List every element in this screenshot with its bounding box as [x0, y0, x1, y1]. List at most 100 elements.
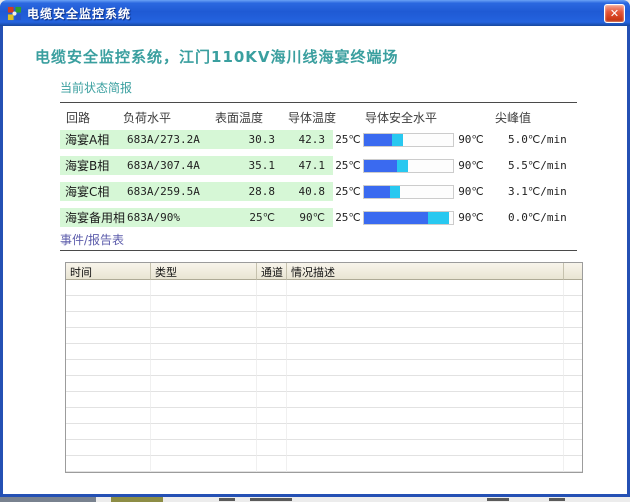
title-bar[interactable]: 电缆安全监控系统 ✕	[0, 0, 630, 26]
events-table-row	[66, 440, 582, 456]
events-cell	[66, 280, 151, 296]
events-cell	[66, 440, 151, 456]
conductor-temp: 47.1	[275, 159, 333, 172]
taskbar-text-fragment	[549, 498, 565, 501]
events-col-type[interactable]: 类型	[151, 263, 257, 280]
events-cell	[257, 296, 287, 312]
events-table: 时间 类型 通道 情况描述	[65, 262, 583, 473]
events-col-channel[interactable]: 通道	[257, 263, 287, 280]
col-header-circuit: 回路	[60, 109, 123, 126]
start-button-fragment	[111, 497, 163, 502]
events-report-link[interactable]: 事件/报告表	[60, 231, 124, 248]
current-status-link[interactable]: 当前状态简报	[60, 79, 132, 96]
events-cell	[287, 344, 564, 360]
events-cell	[66, 424, 151, 440]
col-header-conductor: 导体温度	[288, 109, 365, 126]
status-row-summary: 海宴备用相683A/90%25℃90℃	[60, 208, 333, 227]
surface-temp: 30.3	[217, 133, 275, 146]
events-cell	[66, 312, 151, 328]
events-col-extra[interactable]	[564, 263, 582, 280]
events-cell	[257, 360, 287, 376]
events-cell	[564, 440, 582, 456]
events-cell	[287, 456, 564, 472]
events-table-row	[66, 344, 582, 360]
safety-level-bar	[363, 159, 454, 173]
scale-max-label: 90℃	[454, 133, 488, 146]
events-cell	[151, 392, 257, 408]
events-cell	[151, 376, 257, 392]
events-table-row	[66, 424, 582, 440]
app-window: 电缆安全监控系统 ✕ 电缆安全监控系统，江门110KV海川线海宴终端场 当前状态…	[0, 0, 630, 497]
load-level: 683A/307.4A	[127, 159, 217, 172]
status-table-header: 回路 负荷水平 表面温度 导体温度 导体安全水平 尖峰值	[60, 109, 578, 126]
col-header-load: 负荷水平	[123, 109, 215, 126]
circuit-name: 海宴B相	[60, 157, 127, 174]
close-button[interactable]: ✕	[604, 4, 625, 23]
events-cell	[257, 456, 287, 472]
status-row-summary: 海宴B相683A/307.4A35.147.1	[60, 156, 333, 175]
peak-value: 0.0℃/min	[508, 211, 567, 224]
safety-level-bar	[363, 133, 454, 147]
events-table-row	[66, 360, 582, 376]
events-cell	[66, 360, 151, 376]
events-cell	[564, 456, 582, 472]
status-rows: 海宴A相683A/273.2A30.342.325℃90℃5.0℃/min海宴B…	[60, 130, 620, 234]
events-cell	[564, 408, 582, 424]
taskbar-text-fragment	[219, 498, 235, 501]
events-table-row	[66, 328, 582, 344]
events-cell	[151, 280, 257, 296]
divider-line	[60, 102, 577, 103]
events-table-row	[66, 376, 582, 392]
events-table-row	[66, 456, 582, 472]
col-header-safety: 导体安全水平	[365, 109, 495, 126]
status-row: 海宴A相683A/273.2A30.342.325℃90℃5.0℃/min	[60, 130, 620, 149]
events-cell	[287, 424, 564, 440]
events-cell	[151, 456, 257, 472]
events-cell	[564, 392, 582, 408]
events-cell	[151, 328, 257, 344]
events-cell	[564, 280, 582, 296]
events-cell	[257, 424, 287, 440]
events-cell	[564, 376, 582, 392]
divider-line	[60, 250, 577, 251]
events-cell	[66, 296, 151, 312]
events-col-time[interactable]: 时间	[66, 263, 151, 280]
scale-min-label: 25℃	[333, 159, 363, 172]
events-table-row	[66, 296, 582, 312]
conductor-temp: 40.8	[275, 185, 333, 198]
events-body[interactable]	[66, 280, 582, 472]
status-row-summary: 海宴C相683A/259.5A28.840.8	[60, 182, 333, 201]
load-level: 683A/273.2A	[127, 133, 217, 146]
taskbar-button-fragment	[0, 497, 96, 502]
taskbar-fragment[interactable]	[0, 497, 630, 502]
events-cell	[564, 328, 582, 344]
safety-bar-blue-segment	[364, 212, 428, 224]
safety-bar-cyan-segment	[392, 134, 404, 146]
safety-bar-cyan-segment	[390, 186, 401, 198]
events-col-description[interactable]: 情况描述	[287, 263, 564, 280]
events-cell	[151, 312, 257, 328]
events-cell	[564, 296, 582, 312]
events-cell	[287, 312, 564, 328]
events-cell	[287, 296, 564, 312]
events-table-row	[66, 280, 582, 296]
taskbar-text-fragment	[487, 498, 509, 501]
circuit-name: 海宴备用相	[60, 209, 127, 226]
events-table-row	[66, 392, 582, 408]
scale-min-label: 25℃	[333, 211, 363, 224]
peak-value: 5.0℃/min	[508, 133, 567, 146]
safety-bar-blue-segment	[364, 160, 397, 172]
scale-max-label: 90℃	[454, 211, 488, 224]
events-cell	[564, 360, 582, 376]
events-cell	[287, 360, 564, 376]
events-table-row	[66, 312, 582, 328]
events-cell	[257, 392, 287, 408]
safety-bar-cyan-segment	[397, 160, 408, 172]
events-cell	[287, 440, 564, 456]
circuit-name: 海宴C相	[60, 183, 127, 200]
events-cell	[564, 344, 582, 360]
events-cell	[257, 328, 287, 344]
events-cell	[287, 280, 564, 296]
surface-temp: 28.8	[217, 185, 275, 198]
circuit-name: 海宴A相	[60, 131, 127, 148]
